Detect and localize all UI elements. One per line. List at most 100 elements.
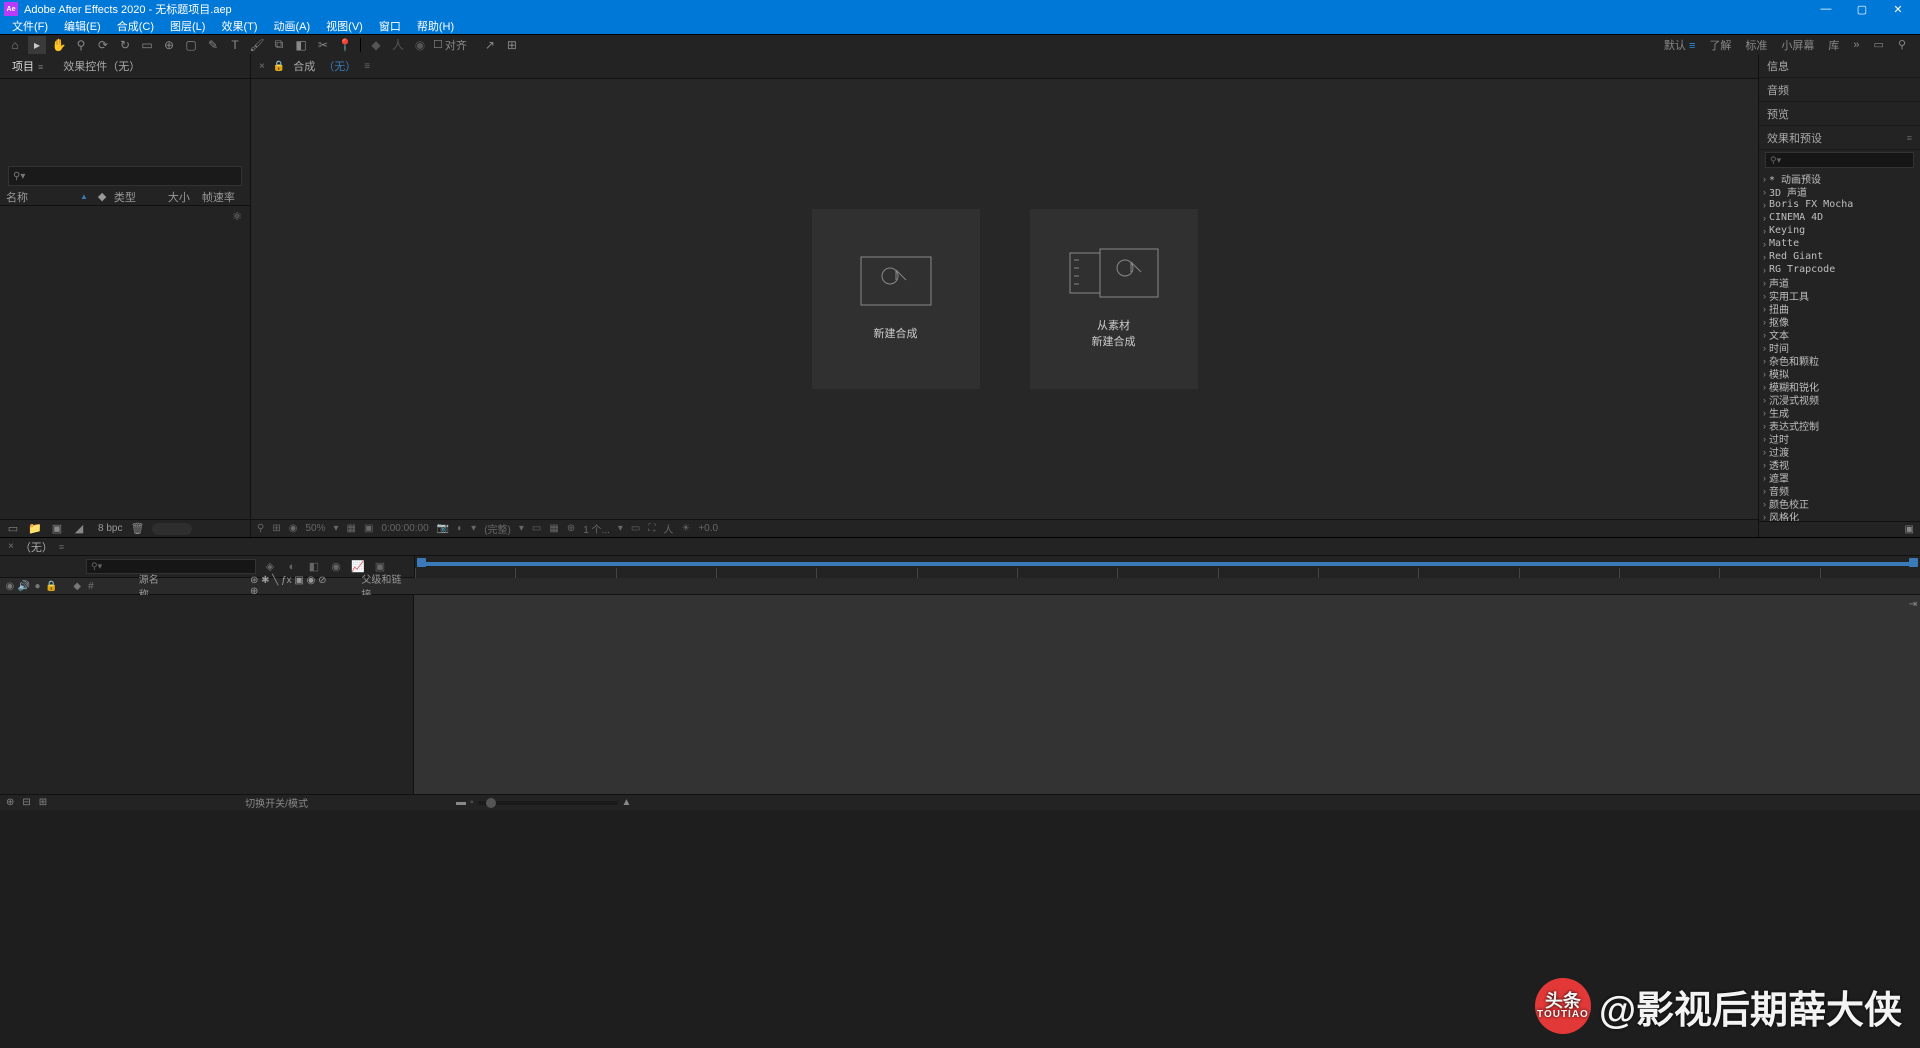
index-col-icon[interactable]: # (85, 581, 97, 592)
toggle-parent-icon[interactable]: ⊞ (39, 797, 47, 808)
channel-icon[interactable]: ▣ (364, 523, 373, 534)
selection-tool[interactable]: ▸ (28, 36, 46, 54)
comp-tab-close-icon[interactable]: × (259, 61, 265, 72)
timeline-layer-list[interactable] (0, 595, 414, 794)
res-icon[interactable]: ▦ (347, 523, 356, 534)
minimize-button[interactable]: — (1808, 3, 1844, 15)
rotate-tool[interactable]: ↻ (116, 36, 134, 54)
timeline-zoom-slider[interactable]: ▬ ◦ ▲ (456, 797, 631, 808)
resolution-value[interactable]: (完整) (484, 521, 511, 536)
camera-tool[interactable]: ▭ (138, 36, 156, 54)
timeline-tab-close-icon[interactable]: × (8, 541, 14, 552)
mask-mode-icon-2[interactable]: 人 (389, 36, 407, 54)
menu-layer[interactable]: 图层(L) (162, 18, 213, 34)
workspace-more-icon[interactable]: » (1853, 39, 1859, 51)
timeline-ruler[interactable] (414, 556, 1920, 578)
menu-effect[interactable]: 效果(T) (213, 18, 265, 34)
mask-vis-icon[interactable]: ◉ (289, 523, 298, 534)
orbit-tool[interactable]: ⟳ (94, 36, 112, 54)
eye-col-icon[interactable]: ◉ (4, 581, 16, 592)
exposure-icon[interactable]: ☀ (681, 523, 690, 534)
flowchart-icon[interactable]: ⚛ (232, 210, 242, 223)
sort-icon[interactable]: ▲ (80, 192, 88, 201)
adjust-icon[interactable]: ◢ (72, 522, 86, 536)
snapshot-icon[interactable]: 📷 (437, 523, 449, 534)
magnify-icon[interactable]: ⚲ (257, 523, 264, 534)
panel-effects-presets[interactable]: 效果和预设≡ (1759, 126, 1920, 150)
new-comp-icon[interactable]: ▣ (50, 522, 64, 536)
menu-view[interactable]: 视图(V) (318, 18, 371, 34)
col-tag-icon[interactable]: ◆ (98, 190, 110, 203)
workspace-default[interactable]: 默认 ≡ (1664, 37, 1695, 53)
playhead-handle[interactable] (417, 558, 426, 567)
menu-edit[interactable]: 编辑(E) (56, 18, 109, 34)
maximize-button[interactable]: ▢ (1844, 3, 1880, 16)
clone-tool[interactable]: ⧉ (270, 36, 288, 54)
col-size[interactable]: 大小 (168, 189, 198, 205)
brush-tool[interactable]: 🖌 (248, 36, 266, 54)
timeline-tab-label[interactable]: （无） (20, 539, 53, 555)
toggle-switch-mode-label[interactable]: 切换开关/模式 (245, 795, 308, 810)
workspace-standard[interactable]: 标准 (1745, 37, 1767, 53)
grid-icon[interactable]: ⊞ (272, 523, 280, 534)
transparency-icon[interactable]: ▦ (549, 523, 558, 534)
toggle-switches-icon[interactable]: ⊕ (6, 797, 14, 808)
panel-audio[interactable]: 音频 (1759, 78, 1920, 102)
lock-col-icon[interactable]: 🔒 (45, 581, 57, 592)
tab-project[interactable]: 项目≡ (8, 58, 47, 74)
zoom-thumb[interactable] (486, 798, 496, 808)
project-search-input[interactable]: ⚲▾ (8, 166, 242, 186)
new-folder-icon[interactable]: 📁 (28, 522, 42, 536)
workspace-library[interactable]: 库 (1828, 37, 1839, 53)
effect-category[interactable]: ›Boris FX Mocha (1759, 198, 1920, 211)
workspace-reset-icon[interactable]: ▭ (1874, 38, 1884, 51)
new-composition-card[interactable]: 新建合成 (812, 209, 980, 389)
roto-tool[interactable]: ✂ (314, 36, 332, 54)
tab-effect-controls[interactable]: 效果控件（无） (59, 58, 144, 74)
effect-category[interactable]: ›风格化 (1759, 510, 1920, 521)
new-comp-from-footage-card[interactable]: 从素材新建合成 (1030, 209, 1198, 389)
timeline-track-area[interactable]: ⇥ (414, 595, 1920, 794)
zoom-tool[interactable]: ⚲ (72, 36, 90, 54)
mask-mode-icon-3[interactable]: ◉ (411, 36, 429, 54)
menu-composition[interactable]: 合成(C) (109, 18, 162, 34)
effect-category[interactable]: ›Keying (1759, 224, 1920, 237)
comp-tab-lock-icon[interactable]: 🔒 (273, 61, 285, 72)
effect-category[interactable]: ›3D 声道 (1759, 185, 1920, 198)
workspace-learn[interactable]: 了解 (1709, 37, 1731, 53)
snap-group[interactable]: ☐ 对齐 (433, 37, 467, 53)
eraser-tool[interactable]: ◧ (292, 36, 310, 54)
menu-file[interactable]: 文件(F) (4, 18, 56, 34)
home-tool[interactable]: ⌂ (6, 36, 24, 54)
panel-preview[interactable]: 预览 (1759, 102, 1920, 126)
puppet-tool[interactable]: 📍 (336, 36, 354, 54)
effect-category[interactable]: ›CINEMA 4D (1759, 211, 1920, 224)
snapping-opt-icon[interactable]: ↗ (481, 36, 499, 54)
col-name[interactable]: 名称 (6, 189, 76, 205)
effects-search-input[interactable]: ⚲▾ (1765, 152, 1914, 168)
menu-window[interactable]: 窗口 (371, 18, 409, 34)
work-area-end-handle[interactable] (1909, 558, 1918, 567)
pen-tool[interactable]: ✎ (204, 36, 222, 54)
comp-tab-menu-icon[interactable]: ≡ (364, 61, 370, 72)
menu-help[interactable]: 帮助(H) (409, 18, 462, 34)
solo-col-icon[interactable]: ● (32, 581, 44, 592)
workspace-small[interactable]: 小屏幕 (1781, 37, 1814, 53)
interpret-icon[interactable]: ▭ (6, 522, 20, 536)
col-switches[interactable]: ⊛ ✱ ╲ ƒx ▣ ◉ ⊘ ⊕ (250, 575, 335, 597)
panel-info[interactable]: 信息 (1759, 54, 1920, 78)
text-tool[interactable]: T (226, 36, 244, 54)
menu-animation[interactable]: 动画(A) (266, 18, 319, 34)
trash-icon[interactable]: 🗑 (130, 522, 144, 536)
timeline-work-area[interactable] (415, 558, 1920, 564)
close-button[interactable]: ✕ (1880, 3, 1916, 16)
new-bin-icon[interactable]: ▣ (1905, 524, 1914, 535)
col-type[interactable]: 类型 (114, 189, 164, 205)
zoom-value[interactable]: 50% (305, 523, 325, 534)
zoom-out-icon[interactable]: ▬ (456, 797, 466, 808)
timeline-collapse-icon[interactable]: ⇥ (1906, 597, 1920, 611)
mask-mode-icon[interactable]: ◆ (367, 36, 385, 54)
zoom-in-icon[interactable]: ▲ (622, 797, 632, 808)
label-col-icon[interactable]: ◆ (71, 581, 83, 592)
col-framerate[interactable]: 帧速率 (202, 189, 235, 205)
